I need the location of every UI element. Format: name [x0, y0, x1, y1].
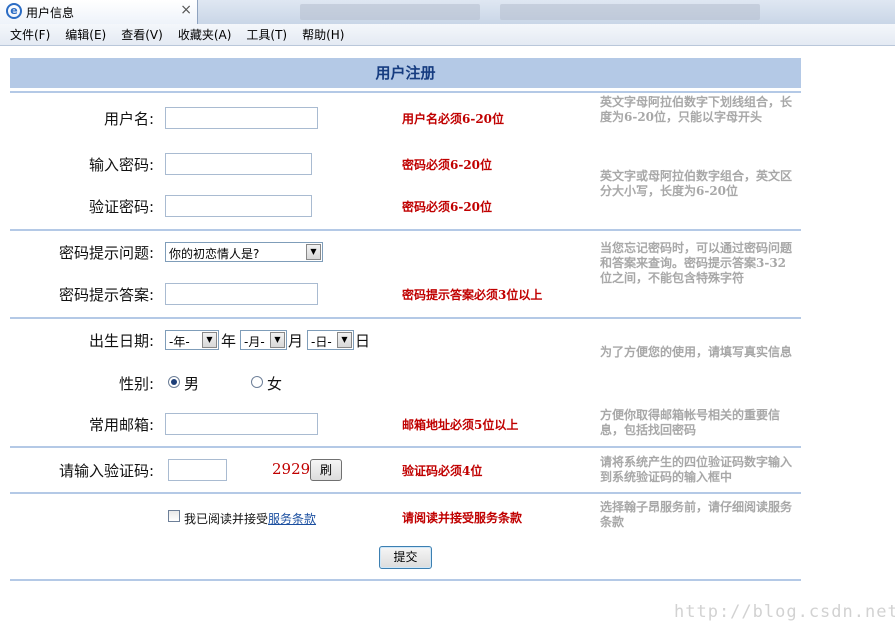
day-select[interactable]: -日- ▼ — [307, 330, 354, 350]
captcha-label: 请输入验证码: — [58, 462, 154, 480]
terms-link[interactable]: 服务条款 — [268, 512, 316, 526]
question-selected: 你的初恋情人是? — [169, 247, 260, 261]
question-select[interactable]: 你的初恋情人是? ▼ — [165, 242, 323, 262]
gender-hint: 为了方便您的使用，请填写真实信息 — [600, 345, 793, 359]
refresh-captcha-button[interactable]: 刷 — [310, 459, 342, 481]
password-label: 输入密码: — [88, 156, 154, 174]
agree-label: 我已阅读并接受 — [184, 512, 269, 526]
email-hint: 方便你取得邮箱帐号相关的重要信息，包括找回密码 — [600, 408, 781, 437]
menu-view[interactable]: 查看(V) — [115, 26, 169, 43]
agree-text: 我已阅读并接受服务条款 — [184, 510, 316, 527]
answer-label: 密码提示答案: — [58, 286, 154, 304]
close-icon[interactable]: × — [180, 2, 192, 18]
month-unit: 月 — [288, 332, 304, 350]
email-label: 常用邮箱: — [88, 416, 154, 434]
username-error: 用户名必须6-20位 — [402, 112, 505, 126]
divider — [10, 229, 801, 231]
captcha-input[interactable] — [168, 459, 227, 481]
day-unit: 日 — [355, 332, 371, 350]
question-label: 密码提示问题: — [58, 244, 154, 262]
divider — [10, 492, 801, 494]
username-input[interactable] — [165, 107, 318, 129]
captcha-code: 2929 — [272, 460, 311, 478]
browser-tab[interactable]: e 用户信息 × — [0, 0, 198, 24]
password-input[interactable] — [165, 153, 312, 175]
menu-tools[interactable]: 工具(T) — [240, 26, 293, 43]
agree-hint: 选择翰子昂服务前，请仔细阅读服务条款 — [600, 500, 793, 529]
agree-checkbox[interactable] — [168, 510, 180, 522]
menu-file[interactable]: 文件(F) — [4, 26, 56, 43]
watermark: http://blog.csdn.net/ — [674, 602, 895, 622]
chevron-down-icon[interactable]: ▼ — [270, 332, 285, 348]
ie-icon: e — [6, 3, 22, 19]
divider — [10, 446, 801, 448]
form-title: 用户注册 — [10, 58, 801, 88]
gender-female-label: 女 — [267, 375, 283, 393]
divider — [10, 91, 801, 93]
tab-title: 用户信息 — [26, 6, 75, 20]
menu-favorites[interactable]: 收藏夹(A) — [172, 26, 238, 43]
email-error: 邮箱地址必须5位以上 — [402, 418, 519, 432]
chevron-down-icon[interactable]: ▼ — [306, 244, 321, 260]
email-input[interactable] — [165, 413, 318, 435]
gender-male-label: 男 — [184, 375, 200, 393]
captcha-error: 验证码必须4位 — [402, 464, 483, 478]
day-selected: -日- — [311, 335, 332, 349]
confirm-password-input[interactable] — [165, 195, 312, 217]
answer-error: 密码提示答案必须3位以上 — [402, 288, 543, 302]
chevron-down-icon[interactable]: ▼ — [337, 332, 352, 348]
background-tab-blur — [500, 4, 760, 20]
question-hint: 当您忘记密码时，可以通过密码问题和答案来查询。密码提示答案3-32位之间，不能包… — [600, 241, 793, 285]
menu-bar: 文件(F) 编辑(E) 查看(V) 收藏夹(A) 工具(T) 帮助(H) — [0, 24, 895, 46]
menu-edit[interactable]: 编辑(E) — [59, 26, 112, 43]
divider — [10, 579, 801, 581]
divider — [10, 317, 801, 319]
submit-button[interactable]: 提交 — [379, 546, 432, 569]
username-hint: 英文字母阿拉伯数字下划线组合，长度为6-20位，只能以字母开头 — [600, 95, 793, 124]
menu-help[interactable]: 帮助(H) — [296, 26, 350, 43]
month-selected: -月- — [244, 335, 265, 349]
chevron-down-icon[interactable]: ▼ — [202, 332, 217, 348]
answer-input[interactable] — [165, 283, 318, 305]
month-select[interactable]: -月- ▼ — [240, 330, 287, 350]
year-selected: -年- — [169, 335, 190, 349]
gender-label: 性别: — [118, 375, 154, 393]
captcha-hint: 请将系统产生的四位验证码数字输入到系统验证码的输入框中 — [600, 455, 793, 484]
password-error: 密码必须6-20位 — [402, 158, 493, 172]
confirm-password-label: 验证密码: — [88, 198, 154, 216]
year-unit: 年 — [221, 332, 237, 350]
background-tab-blur — [300, 4, 480, 20]
agree-error: 请阅读并接受服务条款 — [402, 511, 523, 525]
gender-female-radio[interactable] — [251, 376, 263, 388]
password-hint: 英文字或母阿拉伯数字组合，英文区分大小写，长度为6-20位 — [600, 169, 793, 198]
browser-tab-bar: e 用户信息 × — [0, 0, 895, 24]
confirm-password-error: 密码必须6-20位 — [402, 200, 493, 214]
username-label: 用户名: — [103, 110, 154, 128]
gender-male-radio[interactable] — [168, 376, 180, 388]
birthday-label: 出生日期: — [88, 332, 154, 350]
year-select[interactable]: -年- ▼ — [165, 330, 219, 350]
